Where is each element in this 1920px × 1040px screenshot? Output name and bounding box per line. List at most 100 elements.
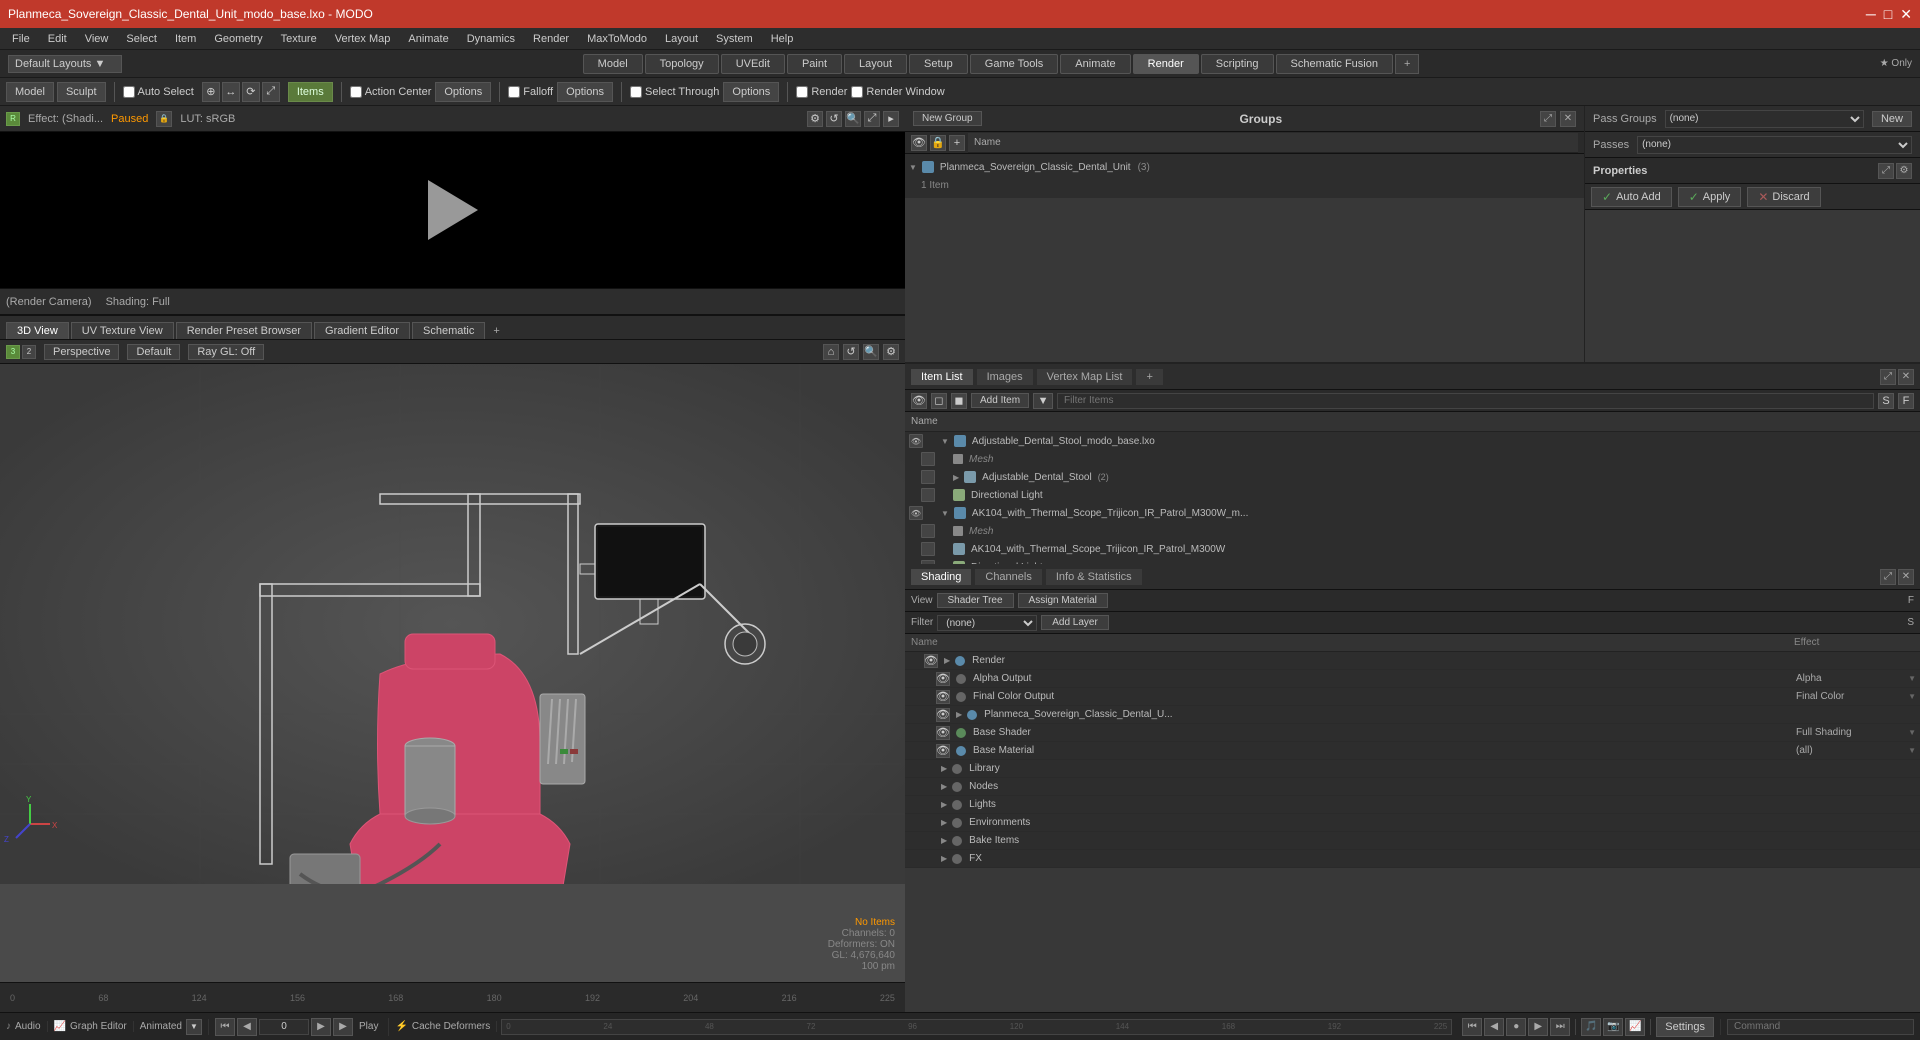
- tab-animate[interactable]: Animate: [1060, 54, 1130, 74]
- timeline-scrubber[interactable]: 0 24 48 72 96 120 144 168 192 225: [501, 1019, 1452, 1035]
- window-controls[interactable]: ─ □ ✕: [1866, 6, 1912, 23]
- tab-model[interactable]: Model: [583, 54, 643, 74]
- item-vis-toggle[interactable]: 👁: [909, 434, 923, 448]
- frame-input[interactable]: [259, 1019, 309, 1035]
- shader-row-bake[interactable]: ▶ Bake Items: [905, 832, 1920, 850]
- perspective-btn[interactable]: Perspective: [44, 344, 119, 360]
- tab-uvedit[interactable]: UVEdit: [721, 54, 785, 74]
- settings-btn[interactable]: Settings: [1656, 1017, 1714, 1037]
- viewport-settings-btn[interactable]: ⚙: [883, 344, 899, 360]
- pass-groups-select[interactable]: (none): [1665, 110, 1864, 128]
- shader-row-nodes[interactable]: ▶ Nodes: [905, 778, 1920, 796]
- items-btn[interactable]: Items: [288, 82, 333, 102]
- render-expand[interactable]: ▶: [944, 656, 950, 665]
- library-expand[interactable]: ▶: [941, 764, 947, 773]
- close-btn[interactable]: ✕: [1900, 6, 1912, 23]
- filter-select[interactable]: (none): [937, 615, 1037, 631]
- item-vis-toggle[interactable]: [921, 542, 935, 556]
- list-item[interactable]: 👁 ▼ AK104_with_Thermal_Scope_Trijicon_IR…: [905, 504, 1920, 522]
- item-expand[interactable]: ▼: [941, 437, 949, 446]
- tl-audio-btn[interactable]: 🎵: [1581, 1018, 1601, 1036]
- tl-btn-5[interactable]: ⏭: [1550, 1018, 1570, 1036]
- tab-layout[interactable]: Layout: [844, 54, 907, 74]
- menu-texture[interactable]: Texture: [273, 31, 325, 47]
- maximize-btn[interactable]: □: [1884, 6, 1892, 23]
- falloff-input[interactable]: [508, 86, 520, 98]
- select-through-check[interactable]: Select Through: [630, 86, 719, 98]
- list-item[interactable]: Directional Light: [905, 486, 1920, 504]
- prev-key-btn[interactable]: ⏮: [215, 1018, 235, 1036]
- render-eye-btn[interactable]: 👁: [924, 654, 938, 668]
- menu-file[interactable]: File: [4, 31, 38, 47]
- viewport-search-btn[interactable]: 🔍: [863, 344, 879, 360]
- list-item[interactable]: AK104_with_Thermal_Scope_Trijicon_IR_Pat…: [905, 540, 1920, 558]
- select-through-input[interactable]: [630, 86, 642, 98]
- base-mat-eye-btn[interactable]: 👁: [936, 744, 950, 758]
- render-check[interactable]: Render: [796, 86, 847, 98]
- shader-row-environments[interactable]: ▶ Environments: [905, 814, 1920, 832]
- bake-expand[interactable]: ▶: [941, 836, 947, 845]
- tab-info-stats[interactable]: Info & Statistics: [1046, 569, 1142, 585]
- shader-row-base-shader[interactable]: 👁 Base Shader Full Shading ▼: [905, 724, 1920, 742]
- item-vis-toggle[interactable]: [921, 524, 935, 538]
- next-frame-btn[interactable]: ▶: [333, 1018, 353, 1036]
- menu-system[interactable]: System: [708, 31, 761, 47]
- preview-expand-btn[interactable]: ⤢: [864, 111, 880, 127]
- properties-settings-btn[interactable]: ⚙: [1896, 163, 1912, 179]
- item-eye-btn[interactable]: 👁: [911, 393, 927, 409]
- preview-more-btn[interactable]: ▸: [883, 111, 899, 127]
- render-window-input[interactable]: [851, 86, 863, 98]
- prev-frame-btn[interactable]: ◀: [237, 1018, 257, 1036]
- properties-expand-btn[interactable]: ⤢: [1878, 163, 1894, 179]
- viewport-refresh-btn[interactable]: ↺: [843, 344, 859, 360]
- item-vis-toggle[interactable]: [921, 470, 935, 484]
- auto-select-check[interactable]: Auto Select: [123, 86, 194, 98]
- menu-help[interactable]: Help: [763, 31, 802, 47]
- item-list-expand-btn[interactable]: ⤢: [1880, 369, 1896, 385]
- item-expand[interactable]: ▶: [953, 473, 959, 482]
- tab-game-tools[interactable]: Game Tools: [970, 54, 1059, 74]
- groups-add-btn[interactable]: +: [949, 135, 965, 151]
- base-shader-eye-btn[interactable]: 👁: [936, 726, 950, 740]
- preview-refresh-btn[interactable]: ↺: [826, 111, 842, 127]
- tab-schematic[interactable]: Schematic: [412, 322, 485, 339]
- transform-btn-2[interactable]: ↔: [222, 82, 240, 102]
- list-item[interactable]: 👁 ▼ Adjustable_Dental_Stool_modo_base.lx…: [905, 432, 1920, 450]
- menu-layout[interactable]: Layout: [657, 31, 706, 47]
- lock-icon[interactable]: 🔒: [156, 111, 172, 127]
- assign-material-btn[interactable]: Assign Material: [1018, 593, 1108, 608]
- item-sel-btn[interactable]: ◻: [931, 393, 947, 409]
- options-2-btn[interactable]: Options: [557, 82, 613, 102]
- tab-item-list[interactable]: Item List: [911, 369, 973, 385]
- add-item-dropdown[interactable]: ▼: [1033, 393, 1053, 409]
- discard-btn[interactable]: ✕ Discard: [1747, 187, 1820, 207]
- play-icon[interactable]: [428, 180, 478, 240]
- shader-row-fx[interactable]: ▶ FX: [905, 850, 1920, 868]
- item-list-settings-btn[interactable]: ✕: [1898, 369, 1914, 385]
- tab-paint[interactable]: Paint: [787, 54, 842, 74]
- viewport-3d[interactable]: X Y Z No Items Channels: 0: [0, 364, 905, 1012]
- default-btn[interactable]: Default: [127, 344, 180, 360]
- graph-editor-btn[interactable]: Graph Editor: [70, 1021, 127, 1032]
- shader-row-render[interactable]: 👁 ▶ Render: [905, 652, 1920, 670]
- menu-edit[interactable]: Edit: [40, 31, 75, 47]
- ray-gl-btn[interactable]: Ray GL: Off: [188, 344, 264, 360]
- shader-row-alpha[interactable]: 👁 Alpha Output Alpha ▼: [905, 670, 1920, 688]
- preview-zoom-btn[interactable]: 🔍: [845, 111, 861, 127]
- item-vis-btn[interactable]: ◼: [951, 393, 967, 409]
- groups-settings-btn[interactable]: ✕: [1560, 111, 1576, 127]
- tl-btn-4[interactable]: ▶: [1528, 1018, 1548, 1036]
- tab-channels[interactable]: Channels: [975, 569, 1041, 585]
- tl-camera-btn[interactable]: 📷: [1603, 1018, 1623, 1036]
- tl-graph-btn[interactable]: 📈: [1625, 1018, 1645, 1036]
- tab-schematic-fusion[interactable]: Schematic Fusion: [1276, 54, 1393, 74]
- list-item[interactable]: ▶ Adjustable_Dental_Stool (2): [905, 468, 1920, 486]
- render-window-check[interactable]: Render Window: [851, 86, 944, 98]
- tab-scripting[interactable]: Scripting: [1201, 54, 1274, 74]
- tab-topology[interactable]: Topology: [645, 54, 719, 74]
- item-vis-toggle[interactable]: [921, 488, 935, 502]
- item-vis-toggle[interactable]: 👁: [909, 506, 923, 520]
- menu-dynamics[interactable]: Dynamics: [459, 31, 523, 47]
- transform-btn-1[interactable]: ⊕: [202, 82, 220, 102]
- options-3-btn[interactable]: Options: [723, 82, 779, 102]
